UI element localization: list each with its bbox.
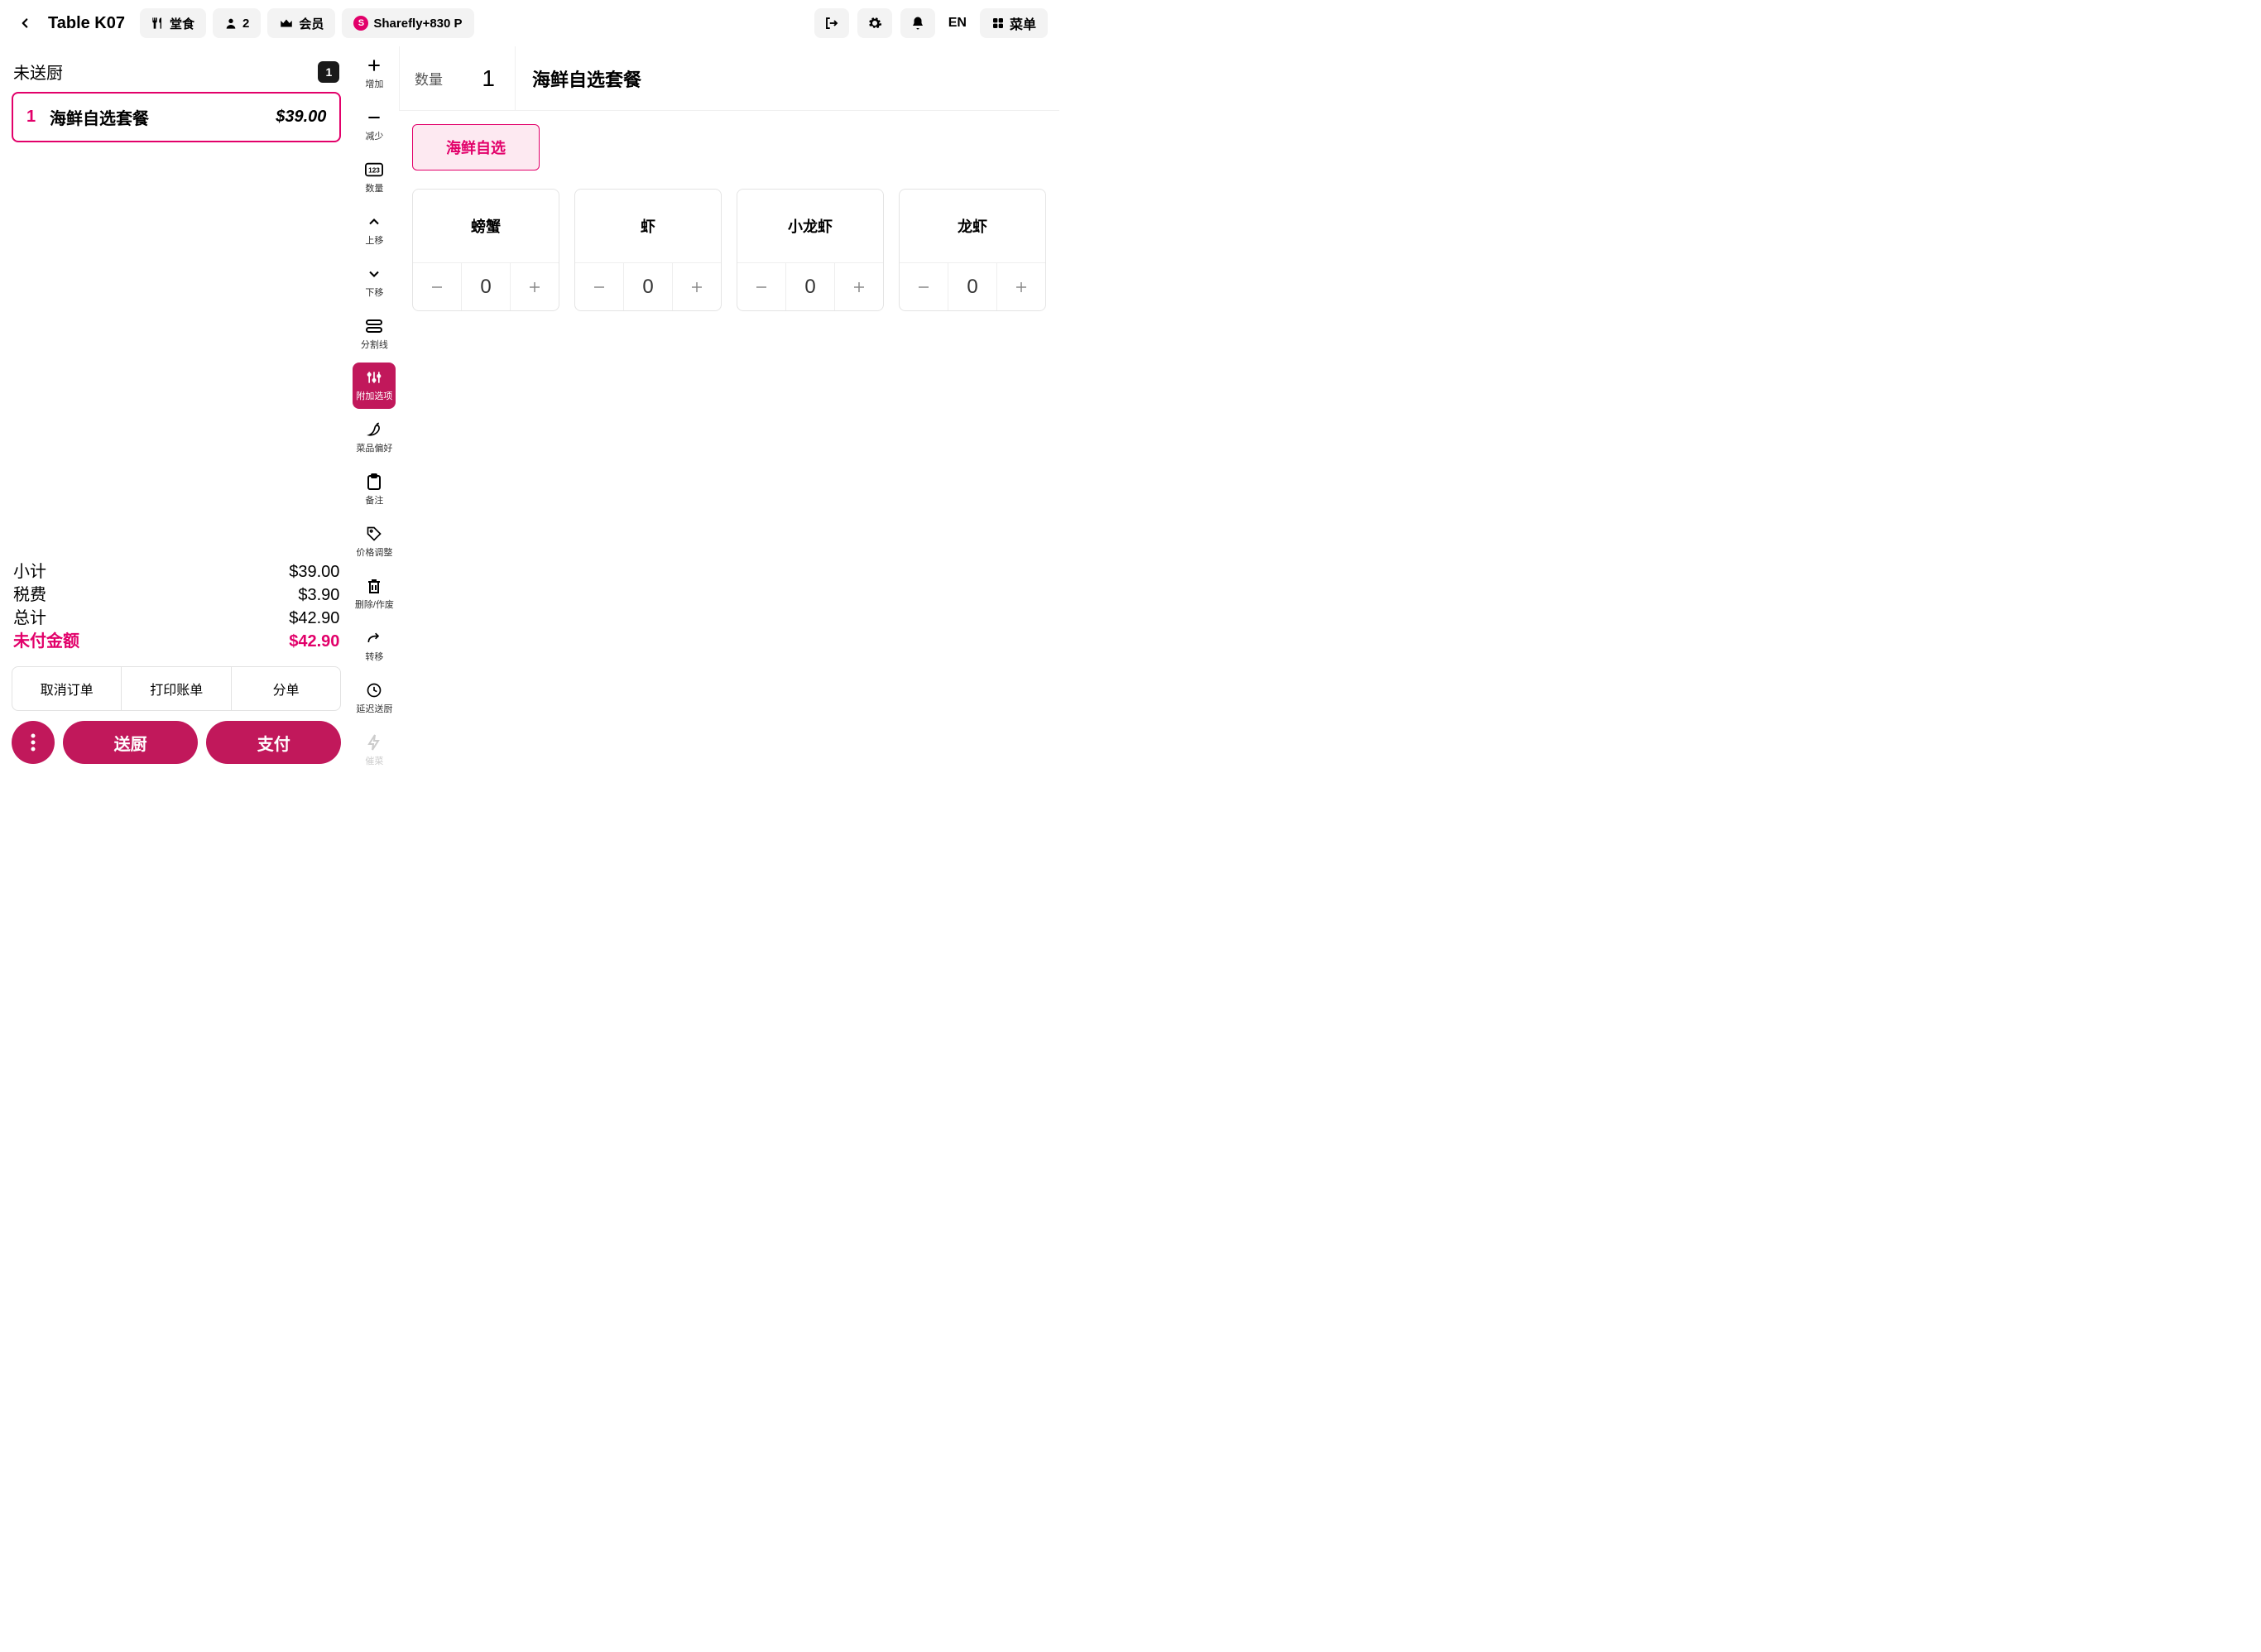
tool-rush: 催菜 [353, 727, 396, 774]
line-name: 海鲜自选套餐 [50, 105, 276, 129]
minus-icon [366, 109, 382, 126]
choice-value: 0 [948, 263, 996, 310]
tool-move-down[interactable]: 下移 [353, 258, 396, 305]
menu-button[interactable]: 菜单 [980, 8, 1048, 38]
tool-delay[interactable]: 延迟送厨 [353, 675, 396, 722]
crown-icon [279, 16, 294, 31]
bell-icon [910, 16, 925, 31]
settings-button[interactable] [857, 8, 892, 38]
app-header: Table K07 堂食 2 会员 S Sharefly+830 P EN 菜单 [0, 0, 1059, 46]
choice-minus-button[interactable] [575, 263, 623, 310]
bolt-icon [367, 734, 382, 751]
tool-price[interactable]: 价格调整 [353, 518, 396, 565]
back-button[interactable] [12, 10, 38, 36]
line-qty: 1 [26, 108, 50, 127]
tool-decrease[interactable]: 减少 [353, 102, 396, 149]
choice-value: 0 [623, 263, 672, 310]
dine-in-pill[interactable]: 堂食 [140, 8, 206, 38]
guests-pill[interactable]: 2 [213, 8, 261, 38]
gear-icon [867, 16, 882, 31]
s-badge-icon: S [353, 16, 368, 31]
choice-minus-button[interactable] [737, 263, 785, 310]
send-kitchen-button[interactable]: 送厨 [63, 721, 198, 764]
pepper-icon [366, 421, 382, 438]
detail-item-name: 海鲜自选套餐 [516, 65, 641, 92]
split-bill-button[interactable]: 分单 [231, 667, 340, 710]
unsent-count: 1 [318, 61, 339, 83]
clock-icon [366, 682, 382, 699]
detail-panel: 数量 1 海鲜自选套餐 海鲜自选 螃蟹0虾0小龙虾0龙虾0 [399, 46, 1059, 774]
grid-icon [991, 17, 1005, 30]
numpad-icon: 123 [365, 162, 383, 177]
arrow-redo-icon [366, 630, 382, 646]
tag-icon [366, 526, 382, 542]
choice-plus-button[interactable] [510, 263, 559, 310]
unsent-label: 未送厨 [13, 60, 63, 84]
tool-delete[interactable]: 删除/作废 [353, 570, 396, 617]
chevron-up-icon [366, 214, 382, 230]
table-title: Table K07 [48, 14, 125, 33]
notifications-button[interactable] [900, 8, 935, 38]
line-price: $39.00 [276, 108, 326, 127]
tool-preference[interactable]: 菜品偏好 [353, 414, 396, 461]
choice-name: 虾 [575, 190, 721, 262]
tool-divider[interactable]: 分割线 [353, 310, 396, 358]
dots-vertical-icon [31, 733, 36, 752]
logout-button[interactable] [814, 8, 849, 38]
sliders-icon [366, 369, 382, 386]
more-actions-button[interactable] [12, 721, 55, 764]
choice-plus-button[interactable] [672, 263, 721, 310]
choice-value: 0 [461, 263, 510, 310]
cancel-order-button[interactable]: 取消订单 [12, 667, 121, 710]
choice-name: 小龙虾 [737, 190, 883, 262]
choice-card: 龙虾0 [899, 189, 1046, 311]
order-line-item[interactable]: 1 海鲜自选套餐 $39.00 [12, 92, 341, 142]
plus-icon [366, 57, 382, 74]
order-panel: 未送厨 1 1 海鲜自选套餐 $39.00 小计$39.00 税费$3.90 总… [0, 46, 349, 774]
choice-minus-button[interactable] [413, 263, 461, 310]
choice-minus-button[interactable] [900, 263, 948, 310]
choice-plus-button[interactable] [996, 263, 1045, 310]
logout-icon [824, 16, 839, 31]
choice-card: 小龙虾0 [737, 189, 884, 311]
option-tab[interactable]: 海鲜自选 [412, 124, 540, 170]
trash-icon [367, 578, 382, 594]
member-pill[interactable]: 会员 [267, 8, 335, 38]
choice-name: 螃蟹 [413, 190, 559, 262]
chevron-down-icon [366, 266, 382, 282]
tool-transfer[interactable]: 转移 [353, 622, 396, 670]
choice-name: 龙虾 [900, 190, 1045, 262]
svg-text:123: 123 [369, 166, 381, 174]
choice-plus-button[interactable] [834, 263, 883, 310]
choice-card: 虾0 [574, 189, 722, 311]
utensils-icon [151, 17, 165, 30]
choice-card: 螃蟹0 [412, 189, 559, 311]
tool-note[interactable]: 备注 [353, 466, 396, 513]
language-button[interactable]: EN [943, 16, 972, 31]
tool-quantity[interactable]: 123数量 [353, 154, 396, 201]
person-icon [224, 17, 238, 30]
loyalty-pill[interactable]: S Sharefly+830 P [342, 8, 473, 38]
print-bill-button[interactable]: 打印账单 [121, 667, 230, 710]
qty-display[interactable]: 数量 1 [400, 46, 516, 110]
chevron-left-icon [17, 16, 32, 31]
choice-value: 0 [785, 263, 834, 310]
tool-rail: 增加 减少 123数量 上移 下移 分割线 附加选项 菜品偏好 备注 价格调整 … [349, 46, 399, 774]
order-summary: 小计$39.00 税费$3.90 总计$42.90 未付金额$42.90 [12, 557, 341, 660]
tool-addon[interactable]: 附加选项 [353, 363, 396, 410]
tool-increase[interactable]: 增加 [353, 50, 396, 97]
divider-icon [366, 319, 382, 333]
clipboard-icon [367, 473, 382, 490]
tool-move-up[interactable]: 上移 [353, 206, 396, 253]
pay-button[interactable]: 支付 [206, 721, 341, 764]
